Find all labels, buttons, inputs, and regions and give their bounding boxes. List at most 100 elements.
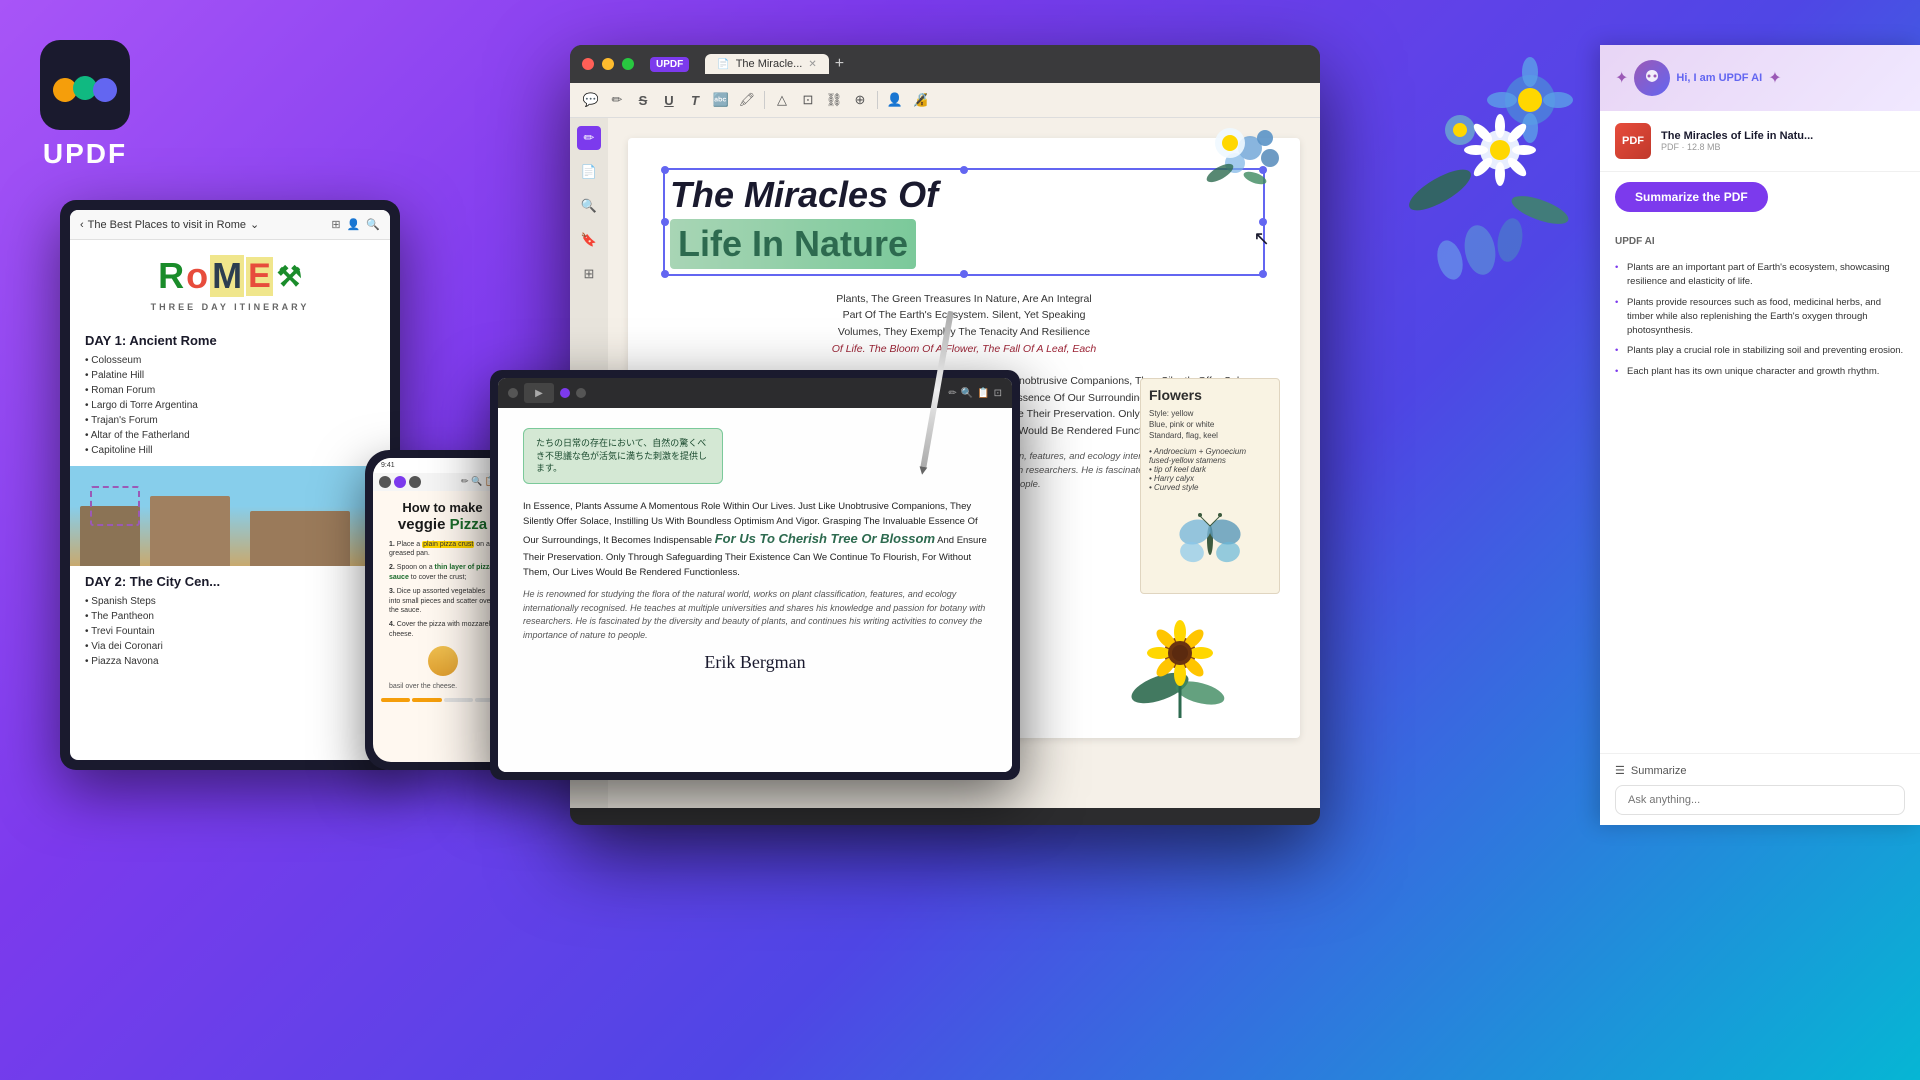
day2-list: Spanish Steps The Pantheon Trevi Fountai… — [85, 594, 375, 669]
file-size: PDF · 12.8 MB — [1661, 142, 1905, 152]
flowers-box-title: Flowers — [1149, 387, 1271, 403]
ai-bullet-3: Plants play a crucial role in stabilizin… — [1615, 341, 1905, 361]
pdf-subtitle: Life In Nature — [670, 219, 916, 269]
link-icon[interactable]: ⛓ — [823, 89, 845, 111]
center-tablet-content: たちの日常の存在において、自然の驚くべき不思議な色が活気に満ちた刺激を提供します… — [498, 408, 1012, 772]
person-icon[interactable]: 👤 — [884, 89, 906, 111]
ct-dot-3 — [576, 388, 586, 398]
rome-badge: R o M E ⚒ — [85, 255, 375, 297]
flowers-item-3: Standard, flag, keel — [1149, 430, 1271, 441]
summarize-pdf-button[interactable]: Summarize the PDF — [1615, 182, 1768, 212]
minimize-button[interactable] — [602, 58, 614, 70]
stamp-icon[interactable]: 🔏 — [910, 89, 932, 111]
tablet-doc-title: The Best Places to visit in Rome — [88, 219, 246, 231]
japanese-text: たちの日常の存在において、自然の驚くべき不思議な色が活気に満ちた刺激を提供します… — [536, 438, 707, 473]
ai-header-content: ✦ Hi, I am UPDF AI ✦ — [1615, 60, 1782, 96]
crop-icon[interactable]: ⊡ — [797, 89, 819, 111]
day2-title: DAY 2: The City Cen... — [85, 574, 375, 589]
handle-bm[interactable] — [960, 270, 968, 278]
sparkle-icon: ✦ — [1615, 68, 1628, 88]
flower-decoration-top — [1170, 128, 1290, 228]
list-item: Altar of the Fatherland — [85, 428, 375, 443]
day2-section: DAY 2: The City Cen... Spanish Steps The… — [70, 566, 390, 677]
sidebar-search-icon[interactable]: 🔍 — [577, 194, 601, 218]
flowers-item-2: Blue, pink or white — [1149, 419, 1271, 430]
active-tab[interactable]: 📄 The Miracle... ✕ — [705, 54, 828, 74]
ai-bullet-1: Plants are an important part of Earth's … — [1615, 258, 1905, 293]
handle-bl[interactable] — [661, 270, 669, 278]
flowers-notes: • Androecium + Gynoecium fused-yellow st… — [1149, 447, 1271, 492]
close-button[interactable] — [582, 58, 594, 70]
list-item: Trevi Fountain — [85, 624, 375, 639]
itinerary-label: THREE DAY ITINERARY — [85, 302, 375, 312]
list-item: Via dei Coronari — [85, 639, 375, 654]
list-item: The Pantheon — [85, 609, 375, 624]
tablet-header: ‹ The Best Places to visit in Rome ⌄ ⊞👤🔍 — [70, 210, 390, 240]
summarize-text: Summarize — [1631, 765, 1687, 777]
add-tab-button[interactable]: + — [835, 55, 844, 73]
text-icon[interactable]: T — [684, 89, 706, 111]
ct-author: Erik Bergman — [523, 652, 987, 673]
ai-results-title: UPDF AI — [1615, 234, 1905, 250]
pizza-title: How to make veggie Pizza — [381, 496, 504, 538]
rome-title-area: R o M E ⚒ THREE DAY ITINERARY — [70, 240, 390, 325]
list-item: Roman Forum — [85, 383, 375, 398]
ai-chat-input[interactable] — [1615, 785, 1905, 815]
strikethrough-icon[interactable]: S — [632, 89, 654, 111]
ct-dot-2 — [560, 388, 570, 398]
summarize-label: ☰ Summarize — [1615, 764, 1905, 777]
maximize-button[interactable] — [622, 58, 634, 70]
list-item: Palatine Hill — [85, 368, 375, 383]
comment-icon[interactable]: 💬 — [580, 89, 602, 111]
pizza-step-1: 1. Place a plain pizza crust on a grease… — [381, 538, 504, 562]
list-item: Capitoline Hill — [85, 443, 375, 458]
ai-bullet-4: Each plant has its own unique character … — [1615, 362, 1905, 382]
city-photo — [70, 466, 390, 566]
list-item: Largo di Torre Argentina — [85, 398, 375, 413]
handle-tl[interactable] — [661, 166, 669, 174]
handle-br[interactable] — [1259, 270, 1267, 278]
sidebar-edit-icon[interactable]: ✏ — [577, 126, 601, 150]
window-titlebar: UPDF 📄 The Miracle... ✕ + — [570, 45, 1320, 83]
handle-tm[interactable] — [960, 166, 968, 174]
ct-play-btn[interactable]: ▶ — [524, 383, 554, 403]
logo-text: UPDF — [43, 138, 127, 170]
file-name: The Miracles of Life in Natu... — [1661, 130, 1905, 142]
highlight-icon[interactable]: 🖍 — [736, 89, 758, 111]
logo-area: UPDF — [40, 40, 130, 170]
pizza-step-5: basil over the cheese. — [381, 680, 504, 694]
text-box-icon[interactable]: 🔤 — [710, 89, 732, 111]
list-item: Colosseum — [85, 353, 375, 368]
file-info: The Miracles of Life in Natu... PDF · 12… — [1661, 130, 1905, 152]
underline-icon[interactable]: U — [658, 89, 680, 111]
list-item: Spanish Steps — [85, 594, 375, 609]
tab-close-icon[interactable]: ✕ — [808, 59, 816, 70]
sidebar-pages-icon[interactable]: 📄 — [577, 160, 601, 184]
updf-brand: UPDF — [650, 57, 689, 72]
sidebar-bookmark-icon[interactable]: 🔖 — [577, 228, 601, 252]
ct-right-tools: ✏ 🔍 📋 ⊡ — [948, 388, 1002, 399]
flowers-info-box: Flowers Style: yellow Blue, pink or whit… — [1140, 378, 1280, 594]
pdf-body-text: Plants, The Green Treasures In Nature, A… — [663, 291, 1265, 358]
center-tablet-screen: ▶ ✏ 🔍 📋 ⊡ たちの日常の存在において、自然の驚くべき不思議な色が活気に満… — [498, 378, 1012, 772]
flowers-item-1: Style: yellow — [1149, 408, 1271, 419]
butterfly-illustration — [1149, 500, 1271, 585]
tablet-device: ‹ The Best Places to visit in Rome ⌄ ⊞👤🔍… — [60, 200, 400, 770]
ai-bullet-2: Plants provide resources such as food, m… — [1615, 293, 1905, 342]
progress-bar — [381, 698, 504, 702]
pdf-toolbar: 💬 ✏ S U T 🔤 🖍 △ ⊡ ⛓ ⊕ 👤 🔏 — [570, 83, 1320, 118]
handle-lm[interactable] — [661, 218, 669, 226]
tablet-screen: ‹ The Best Places to visit in Rome ⌄ ⊞👤🔍… — [70, 210, 390, 760]
ai-greeting: Hi, I am UPDF AI — [1676, 72, 1762, 84]
japanese-tooltip: たちの日常の存在において、自然の驚くべき不思議な色が活気に満ちた刺激を提供します… — [523, 428, 723, 484]
shapes-icon[interactable]: △ — [771, 89, 793, 111]
pencil-icon[interactable]: ✏ — [606, 89, 628, 111]
pizza-line2: veggie Pizza — [389, 516, 496, 534]
sidebar-layers-icon[interactable]: ⊞ — [577, 262, 601, 286]
cursor-pointer: ↖ — [1253, 226, 1270, 251]
toolbar-divider-2 — [877, 91, 878, 109]
list-item: Piazza Navona — [85, 654, 375, 669]
list-item: Trajan's Forum — [85, 413, 375, 428]
day1-list: Colosseum Palatine Hill Roman Forum Larg… — [85, 353, 375, 458]
target-icon[interactable]: ⊕ — [849, 89, 871, 111]
